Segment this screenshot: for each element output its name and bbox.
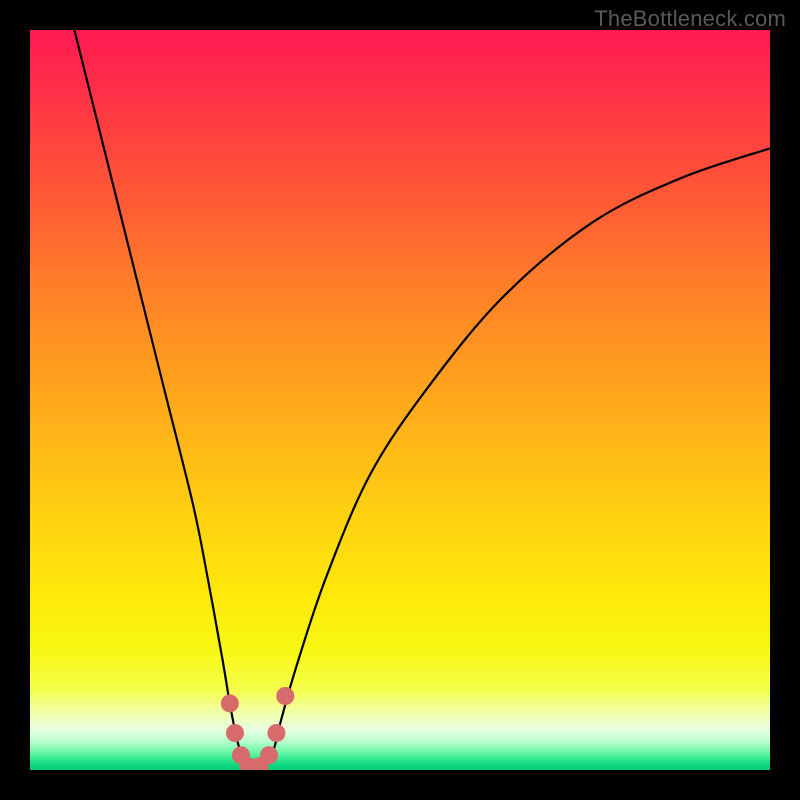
plot-area — [30, 30, 770, 770]
valley-marker — [226, 724, 244, 742]
valley-marker — [221, 694, 239, 712]
bottleneck-curve — [74, 30, 770, 770]
valley-marker — [267, 724, 285, 742]
watermark-text: TheBottleneck.com — [594, 6, 786, 32]
valley-marker — [260, 746, 278, 764]
marker-group — [221, 687, 294, 770]
chart-frame: TheBottleneck.com — [0, 0, 800, 800]
curve-svg — [30, 30, 770, 770]
valley-marker — [276, 687, 294, 705]
